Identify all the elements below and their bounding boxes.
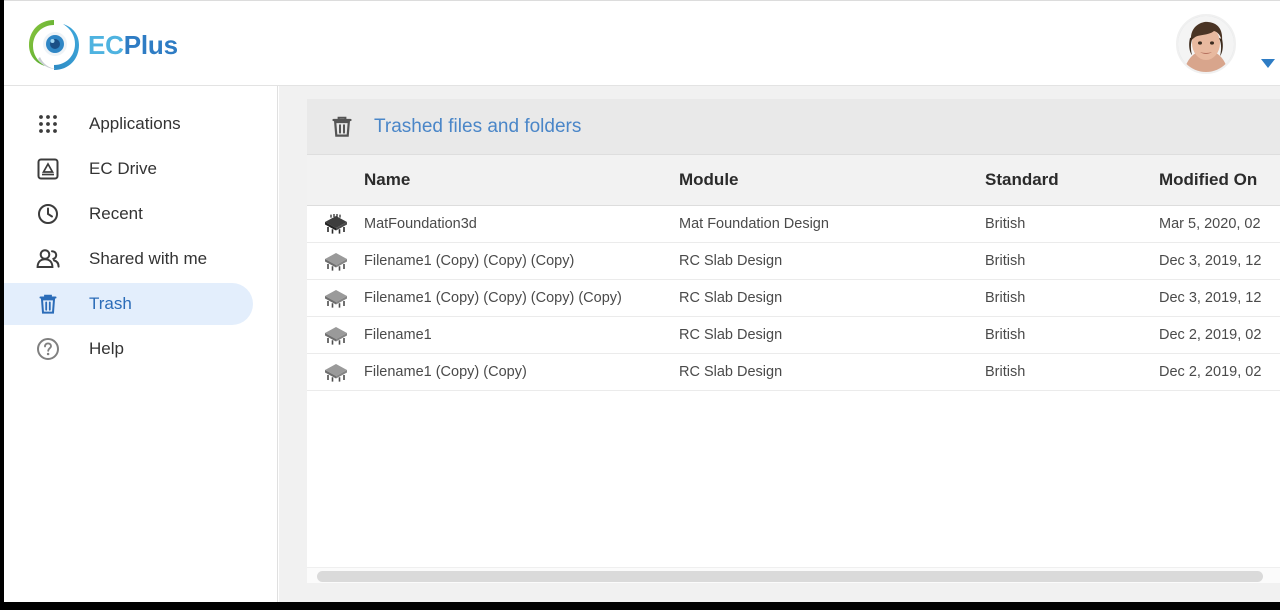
sidebar-item-ec-drive[interactable]: EC Drive [4, 148, 253, 190]
trashed-files-table: Name Module Standard Modified On MatFoun… [307, 155, 1280, 391]
sidebar-item-label: Recent [89, 204, 143, 223]
table-row[interactable]: Filename1 RC Slab Design British Dec 2, … [307, 317, 1280, 354]
panel-header: Trashed files and folders [307, 99, 1280, 155]
cell-module: Mat Foundation Design [679, 216, 829, 232]
sidebar-item-label: Trash [89, 294, 132, 313]
user-avatar-image [1178, 16, 1234, 72]
rc-slab-icon [307, 325, 364, 345]
sidebar-item-label: EC Drive [89, 159, 158, 178]
cell-module: RC Slab Design [679, 364, 783, 380]
top-bar: ECPlus [4, 0, 1280, 86]
table-row[interactable]: Filename1 (Copy) (Copy) (Copy) (Copy) RC… [307, 280, 1280, 317]
page-title: Trashed files and folders [374, 115, 582, 137]
cell-module: RC Slab Design [679, 253, 783, 269]
rc-slab-icon [307, 251, 364, 271]
window-bottom-edge [0, 602, 1280, 610]
drive-icon [34, 155, 62, 183]
table-row[interactable]: Filename1 (Copy) (Copy) RC Slab Design B… [307, 354, 1280, 391]
sidebar-item-label: Applications [89, 114, 181, 133]
clock-icon [34, 200, 62, 228]
chevron-down-icon[interactable] [1260, 57, 1276, 69]
cell-standard: British [985, 290, 1026, 306]
brand-logo[interactable]: ECPlus [26, 17, 178, 73]
question-mark-icon [34, 335, 62, 363]
trash-panel: Trashed files and folders Name Module St… [307, 99, 1280, 583]
mat-foundation-3d-icon [307, 214, 364, 234]
cell-name[interactable]: Filename1 (Copy) (Copy) (Copy) [364, 253, 679, 269]
cell-standard: British [985, 327, 1026, 343]
horizontal-scrollbar[interactable] [307, 567, 1280, 583]
cell-module: RC Slab Design [679, 290, 783, 306]
sidebar: Applications EC Drive Recent Shared with… [4, 86, 278, 602]
column-header-module[interactable]: Module [679, 170, 985, 190]
cell-name[interactable]: MatFoundation3d [364, 216, 679, 232]
trash-icon [330, 115, 354, 139]
brand-name-ec: EC [88, 30, 124, 60]
sidebar-item-help[interactable]: Help [4, 328, 253, 370]
brand-name-plus: Plus [123, 30, 178, 60]
people-icon [34, 245, 62, 273]
rc-slab-icon [307, 362, 364, 382]
app-window: ECPlus Applications EC Drive Recent Shar… [4, 0, 1280, 602]
cell-name[interactable]: Filename1 (Copy) (Copy) [364, 364, 679, 380]
rc-slab-icon [307, 288, 364, 308]
sidebar-item-shared-with-me[interactable]: Shared with me [4, 238, 253, 280]
main-content: Trashed files and folders Name Module St… [279, 86, 1280, 602]
cell-modified-on: Mar 5, 2020, 02 [1159, 216, 1261, 232]
sidebar-item-recent[interactable]: Recent [4, 193, 253, 235]
cell-module: RC Slab Design [679, 327, 783, 343]
ecplus-eye-logo-icon [29, 20, 79, 70]
brand-wordmark: ECPlus [88, 32, 178, 58]
column-header-standard[interactable]: Standard [985, 170, 1159, 190]
cell-standard: British [985, 216, 1026, 232]
sidebar-item-trash[interactable]: Trash [4, 283, 253, 325]
avatar[interactable] [1176, 14, 1236, 74]
column-header-modified-on[interactable]: Modified On [1159, 170, 1280, 190]
sidebar-item-applications[interactable]: Applications [4, 103, 253, 145]
sidebar-item-label: Shared with me [89, 249, 208, 268]
table-row[interactable]: MatFoundation3d Mat Foundation Design Br… [307, 206, 1280, 243]
cell-standard: British [985, 364, 1026, 380]
column-header-name[interactable]: Name [364, 170, 679, 190]
cell-name[interactable]: Filename1 [364, 327, 679, 343]
cell-standard: British [985, 253, 1026, 269]
cell-modified-on: Dec 3, 2019, 12 [1159, 253, 1262, 269]
table-row[interactable]: Filename1 (Copy) (Copy) (Copy) RC Slab D… [307, 243, 1280, 280]
cell-modified-on: Dec 2, 2019, 02 [1159, 364, 1262, 380]
cell-modified-on: Dec 3, 2019, 12 [1159, 290, 1262, 306]
trash-icon [34, 290, 62, 318]
table-header-row: Name Module Standard Modified On [307, 155, 1280, 206]
horizontal-scrollbar-thumb[interactable] [317, 571, 1263, 582]
cell-name[interactable]: Filename1 (Copy) (Copy) (Copy) (Copy) [364, 290, 679, 306]
cell-modified-on: Dec 2, 2019, 02 [1159, 327, 1262, 343]
grid-apps-icon [34, 110, 62, 138]
sidebar-item-label: Help [89, 339, 124, 358]
